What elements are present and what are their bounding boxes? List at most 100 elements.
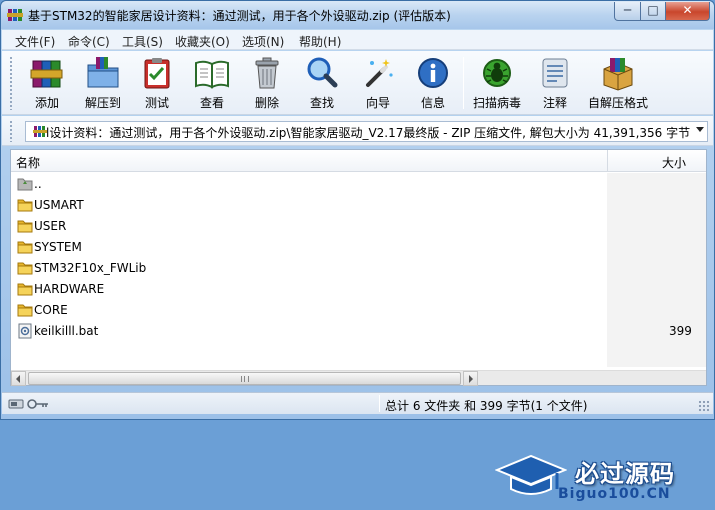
view-button[interactable]: 查看 (184, 54, 240, 112)
address-grip[interactable] (9, 120, 13, 142)
menu-favorites[interactable]: 收藏夹(O) (175, 33, 230, 50)
parent-folder-icon (17, 178, 33, 191)
winrar-app-icon (7, 9, 23, 21)
menu-bar: 文件(F) 命令(C) 工具(S) 收藏夹(O) 选项(N) 帮助(H) (2, 30, 713, 50)
wizard-button[interactable]: 向导 (350, 54, 406, 112)
test-button[interactable]: 测试 (129, 54, 185, 112)
scroll-thumb[interactable] (28, 372, 461, 385)
file-name: .. (34, 177, 42, 191)
info-button[interactable]: 信息 (405, 54, 461, 112)
watermark: 必过源码 Biguo100.CN (495, 450, 695, 510)
file-name: USER (34, 219, 67, 233)
list-item[interactable]: keilkilll.bat 399 (11, 321, 692, 342)
view-book-icon (195, 60, 229, 89)
list-item[interactable]: SYSTEM (11, 237, 607, 258)
toolbar: 添加 解压到 测试 查看 删除 查找 向导 信息 扫描病毒 注释 自解压格式 (2, 51, 713, 115)
winrar-window: 基于STM32的智能家居设计资料：通过测试，用于各个外设驱动.zip (评估版本… (0, 0, 715, 502)
file-name: keilkilll.bat (34, 324, 99, 338)
list-item[interactable]: .. (11, 174, 607, 195)
comment-button[interactable]: 注释 (527, 54, 583, 112)
info-label: 信息 (420, 96, 445, 110)
file-name: STM32F10x_FWLib (34, 261, 147, 275)
title-bar[interactable]: 基于STM32的智能家居设计资料：通过测试，用于各个外设驱动.zip (评估版本… (1, 1, 714, 29)
toolbar-separator (463, 57, 464, 109)
view-label: 查看 (199, 96, 224, 110)
extract-to-button[interactable]: 解压到 (75, 54, 131, 112)
list-item[interactable]: CORE (11, 300, 607, 321)
test-label: 测试 (144, 96, 169, 110)
column-size-header[interactable]: 大小 (662, 154, 686, 171)
add-books-icon (30, 60, 63, 88)
find-button[interactable]: 查找 (294, 54, 350, 112)
watermark-title: 必过源码 (575, 460, 675, 488)
file-list: 名称 大小 .. USMART USER SYSTEM STM32F10x_FW… (10, 149, 707, 502)
folder-icon (17, 262, 33, 275)
arrow-left-icon (16, 375, 20, 383)
sfx-button[interactable]: 自解压格式 (588, 54, 648, 112)
extract-folder-icon (87, 57, 119, 88)
key-drive-icon (8, 399, 48, 409)
menu-file[interactable]: 文件(F) (15, 33, 55, 50)
list-item[interactable]: USMART (11, 195, 607, 216)
close-button[interactable]: ✕ (665, 2, 710, 21)
maximize-button[interactable]: □ (640, 2, 666, 21)
file-size: 399 (669, 324, 692, 338)
sfx-box-icon (603, 58, 633, 91)
folder-icon (17, 241, 33, 254)
wizard-label: 向导 (365, 96, 390, 110)
scroll-right-button[interactable] (463, 371, 478, 386)
list-item[interactable]: HARDWARE (11, 279, 607, 300)
batch-file-icon (18, 323, 32, 339)
list-item[interactable]: STM32F10x_FWLib (11, 258, 607, 279)
column-divider[interactable] (607, 150, 608, 172)
menu-commands[interactable]: 命令(C) (68, 33, 110, 50)
graduation-cap-icon (495, 454, 567, 495)
test-clipboard-icon (144, 58, 170, 89)
delete-label: 删除 (254, 96, 279, 110)
archive-icon (33, 126, 47, 137)
virus-bug-icon (483, 59, 511, 87)
folder-icon (17, 304, 33, 317)
path-field[interactable]: l设计资料：通过测试，用于各个外设驱动.zip\智能家居驱动_V2.17最终版 … (25, 121, 708, 142)
path-text: l设计资料：通过测试，用于各个外设驱动.zip\智能家居驱动_V2.17最终版 … (46, 126, 691, 140)
wizard-wand-icon (366, 59, 393, 87)
watermark-subtitle: Biguo100.CN (558, 486, 671, 502)
file-name: HARDWARE (34, 282, 105, 296)
file-name: SYSTEM (34, 240, 82, 254)
folder-icon (17, 199, 33, 212)
column-name-header[interactable]: 名称 (16, 154, 40, 171)
file-name: CORE (34, 303, 68, 317)
comment-label: 注释 (542, 96, 567, 110)
menu-help[interactable]: 帮助(H) (299, 33, 341, 50)
magnifier-icon (307, 57, 338, 88)
sfx-label: 自解压格式 (588, 96, 649, 110)
folder-icon (17, 220, 33, 233)
list-item[interactable]: USER (11, 216, 607, 237)
status-text: 总计 6 文件夹 和 399 字节(1 个文件) (385, 399, 588, 413)
file-name: USMART (34, 198, 84, 212)
address-bar: l设计资料：通过测试，用于各个外设驱动.zip\智能家居驱动_V2.17最终版 … (2, 116, 713, 146)
add-label: 添加 (34, 96, 59, 110)
horizontal-scrollbar[interactable] (11, 370, 706, 386)
scan-virus-button[interactable]: 扫描病毒 (469, 54, 525, 112)
resize-grip[interactable] (698, 400, 710, 412)
delete-button[interactable]: 删除 (239, 54, 295, 112)
path-dropdown-icon[interactable] (696, 127, 704, 132)
status-divider (379, 395, 380, 412)
trash-icon (255, 57, 279, 89)
scan-virus-label: 扫描病毒 (472, 96, 521, 110)
toolbar-grip[interactable] (9, 56, 13, 110)
add-button[interactable]: 添加 (19, 54, 75, 112)
scroll-left-button[interactable] (11, 371, 26, 386)
folder-icon (17, 283, 33, 296)
thumb-grip-icon (241, 376, 249, 382)
window-title: 基于STM32的智能家居设计资料：通过测试，用于各个外设驱动.zip (评估版本… (28, 9, 451, 23)
arrow-right-icon (469, 375, 473, 383)
comment-icon (542, 58, 568, 88)
find-label: 查找 (309, 96, 334, 110)
minimize-button[interactable]: ─ (614, 2, 641, 21)
column-header: 名称 大小 (11, 150, 706, 172)
file-rows: .. USMART USER SYSTEM STM32F10x_FWLib HA… (11, 174, 692, 342)
menu-tools[interactable]: 工具(S) (122, 33, 163, 50)
menu-options[interactable]: 选项(N) (242, 33, 284, 50)
